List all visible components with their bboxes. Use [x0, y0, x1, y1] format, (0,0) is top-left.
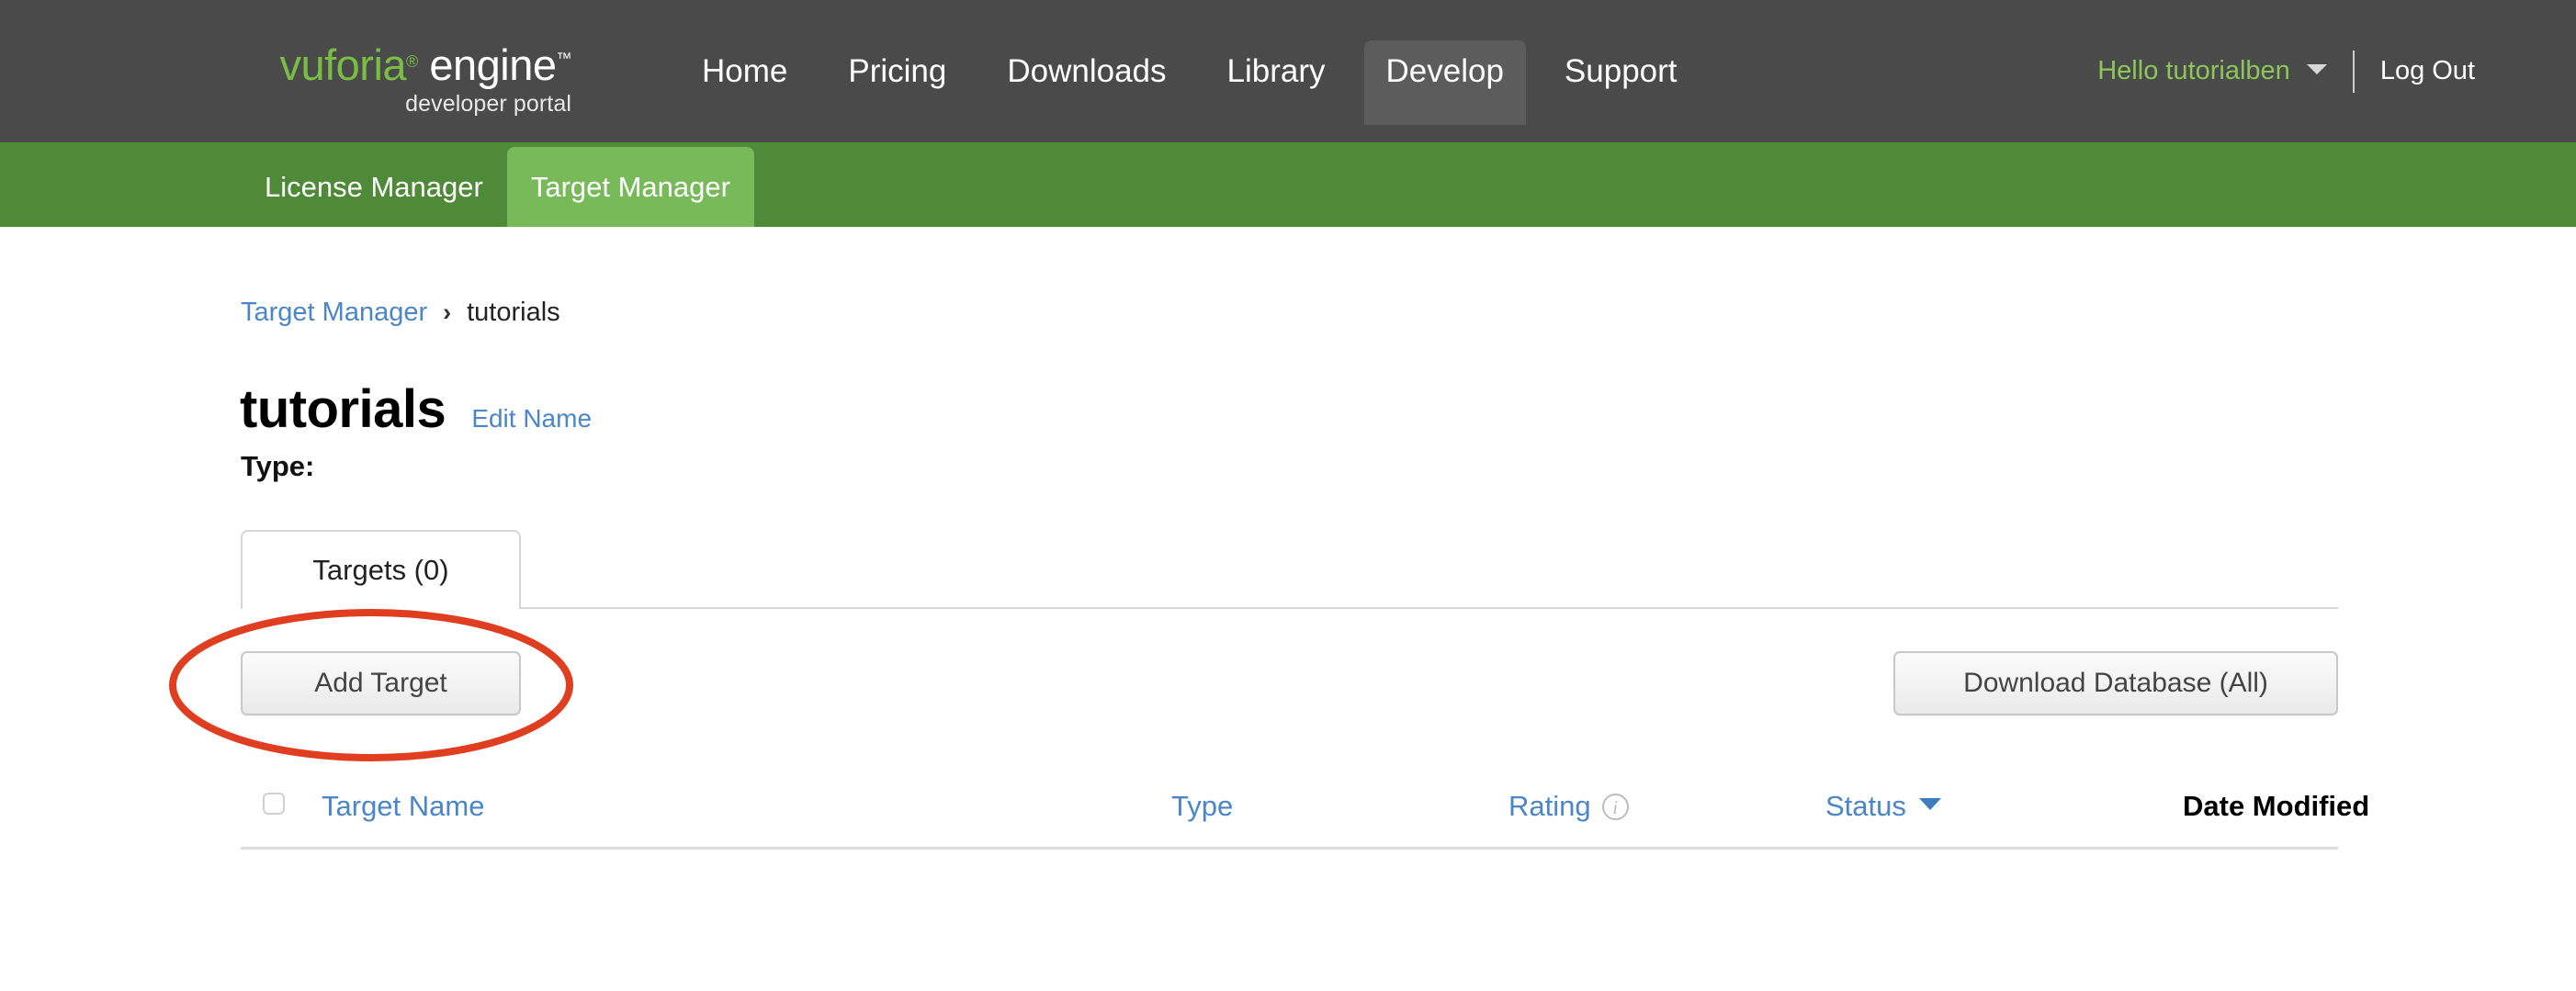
column-header-date-modified[interactable]: Date Modified: [2183, 790, 2369, 823]
logo-brand-text: vuforia: [279, 40, 407, 89]
select-all-checkbox-cell: [263, 793, 285, 815]
nav-item-home[interactable]: Home: [680, 40, 809, 103]
vuforia-logo[interactable]: vuforia® engine™ developer portal: [241, 35, 571, 118]
download-database-button[interactable]: Download Database (All): [1893, 651, 2338, 715]
page-title: tutorials: [240, 379, 446, 439]
add-target-button[interactable]: Add Target: [241, 651, 521, 715]
targets-table: Target Name Type Rating i Status Date Mod…: [241, 778, 2369, 850]
main-navigation: Home Pricing Downloads Library Develop S…: [680, 0, 1700, 142]
column-header-type[interactable]: Type: [1171, 790, 1233, 823]
column-header-status[interactable]: Status: [1825, 790, 1941, 823]
breadcrumb-current: tutorials: [467, 298, 560, 327]
logo-product-text: engine: [429, 40, 557, 89]
nav-item-develop[interactable]: Develop: [1363, 39, 1526, 125]
user-area: Hello tutorialben Log Out: [2097, 0, 2475, 142]
column-header-rating[interactable]: Rating i: [1508, 790, 1629, 823]
nav-item-library[interactable]: Library: [1205, 40, 1348, 103]
logo-wordmark: vuforia® engine™: [241, 35, 571, 89]
column-header-target-name[interactable]: Target Name: [322, 790, 484, 823]
user-greeting-label: Hello tutorialben: [2097, 56, 2290, 85]
breadcrumb: Target Manager › tutorials: [241, 298, 560, 328]
info-icon[interactable]: i: [1601, 794, 1629, 820]
nav-item-pricing[interactable]: Pricing: [826, 40, 968, 103]
subnav-item-license-manager[interactable]: License Manager: [241, 147, 507, 227]
nav-item-downloads[interactable]: Downloads: [985, 40, 1188, 103]
select-all-checkbox[interactable]: [263, 793, 285, 815]
user-divider: [2352, 50, 2355, 93]
page-title-row: tutorials Edit Name: [240, 378, 592, 440]
subnav-item-target-manager[interactable]: Target Manager: [506, 147, 754, 227]
breadcrumb-separator-icon: ›: [443, 298, 452, 326]
chevron-down-icon[interactable]: [1918, 798, 1941, 810]
trademark-mark-icon: ™: [556, 50, 572, 67]
top-header-bar: vuforia® engine™ developer portal Home P…: [0, 0, 2576, 142]
chevron-down-icon: [2306, 64, 2327, 74]
registered-mark-icon: ®: [406, 52, 418, 71]
logo-subtitle: developer portal: [405, 91, 571, 117]
user-menu-trigger[interactable]: Hello tutorialben: [2097, 56, 2327, 86]
edit-name-link[interactable]: Edit Name: [471, 404, 592, 434]
database-type-label: Type:: [241, 450, 315, 482]
breadcrumb-link-target-manager[interactable]: Target Manager: [241, 298, 427, 327]
logout-link[interactable]: Log Out: [2380, 56, 2475, 86]
tab-strip-rule: [241, 607, 2338, 609]
column-header-rating-label: Rating: [1508, 790, 1591, 822]
table-header-row: Target Name Type Rating i Status Date Mod…: [241, 778, 2369, 850]
tab-strip: Targets (0): [241, 530, 2338, 609]
column-header-status-label: Status: [1825, 790, 1906, 822]
tab-targets[interactable]: Targets (0): [241, 530, 521, 609]
nav-item-support[interactable]: Support: [1542, 40, 1700, 103]
sub-navigation-bar: License Manager Target Manager: [0, 142, 2576, 227]
